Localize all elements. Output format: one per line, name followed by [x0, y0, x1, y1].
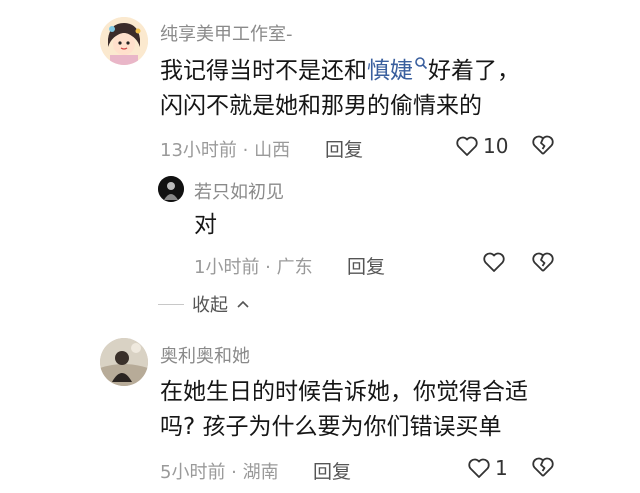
heart-outline-icon: [468, 458, 490, 478]
mention-link[interactable]: 慎婕: [367, 57, 428, 84]
comment-username[interactable]: 纯享美甲工作室-: [160, 20, 293, 46]
divider-dash: [158, 303, 184, 305]
avatar-figure-icon: [158, 176, 184, 202]
reply-button[interactable]: 回复: [347, 252, 385, 279]
like-count: 10: [483, 134, 509, 158]
comment-text-segment: 我记得当时不是还和: [160, 58, 367, 84]
comment-text-segment: 吗? 孩子为什么要为你们错误买单: [160, 414, 502, 440]
comment-text: 对: [194, 212, 217, 238]
like-count: 1: [495, 456, 508, 480]
comment-text: 我记得当时不是还和慎婕 好着了， 闪闪不就是她和那男的偷情来的: [160, 54, 520, 124]
avatar[interactable]: [100, 338, 148, 386]
broken-heart-icon: [532, 135, 554, 155]
dislike-button[interactable]: [531, 251, 555, 277]
like-button[interactable]: 10: [455, 134, 508, 158]
reply-button[interactable]: 回复: [325, 135, 363, 162]
like-button[interactable]: [482, 251, 506, 273]
chevron-up-icon: [237, 300, 249, 308]
collapse-label: 收起: [192, 295, 228, 316]
comment-item: 奥利奥和她 在她生日的时候告诉她，你觉得合适 吗? 孩子为什么要为你们错误买单 …: [0, 330, 640, 493]
avatar-photo-icon: [100, 338, 148, 386]
search-icon: [415, 57, 428, 70]
heart-outline-icon: [456, 136, 478, 156]
heart-outline-icon: [483, 252, 505, 272]
comment-meta: 1小时前 · 广东: [194, 257, 313, 278]
avatar-illustration-icon: [100, 17, 148, 65]
comment-text-segment: 在她生日的时候告诉她，你觉得合适: [160, 379, 528, 405]
avatar[interactable]: [158, 176, 184, 202]
mention-text: 慎婕: [367, 58, 413, 84]
comment-username[interactable]: 奥利奥和她: [160, 342, 250, 368]
reply-button[interactable]: 回复: [313, 457, 351, 484]
broken-heart-icon: [532, 252, 554, 272]
comment-text-segment: 闪闪不就是她和那男的偷情来的: [160, 93, 482, 119]
broken-heart-icon: [532, 457, 554, 477]
comment-text-segment: 好着了，: [428, 58, 520, 84]
comment-username[interactable]: 若只如初见: [194, 178, 284, 204]
comment-item: 纯享美甲工作室- 我记得当时不是还和慎婕 好着了， 闪闪不就是她和那男的偷情来的 …: [0, 0, 640, 170]
avatar[interactable]: [100, 17, 148, 65]
comment-text: 在她生日的时候告诉她，你觉得合适 吗? 孩子为什么要为你们错误买单: [160, 375, 528, 445]
dislike-button[interactable]: [531, 134, 555, 160]
comment-meta: 13小时前 · 山西: [160, 140, 291, 161]
collapse-replies-button[interactable]: 收起: [158, 291, 250, 317]
dislike-button[interactable]: [531, 456, 555, 482]
like-button[interactable]: 1: [467, 456, 508, 480]
comment-meta: 5小时前 · 湖南: [160, 462, 279, 483]
reply-item: 若只如初见 对 1小时前 · 广东 回复: [0, 170, 640, 280]
